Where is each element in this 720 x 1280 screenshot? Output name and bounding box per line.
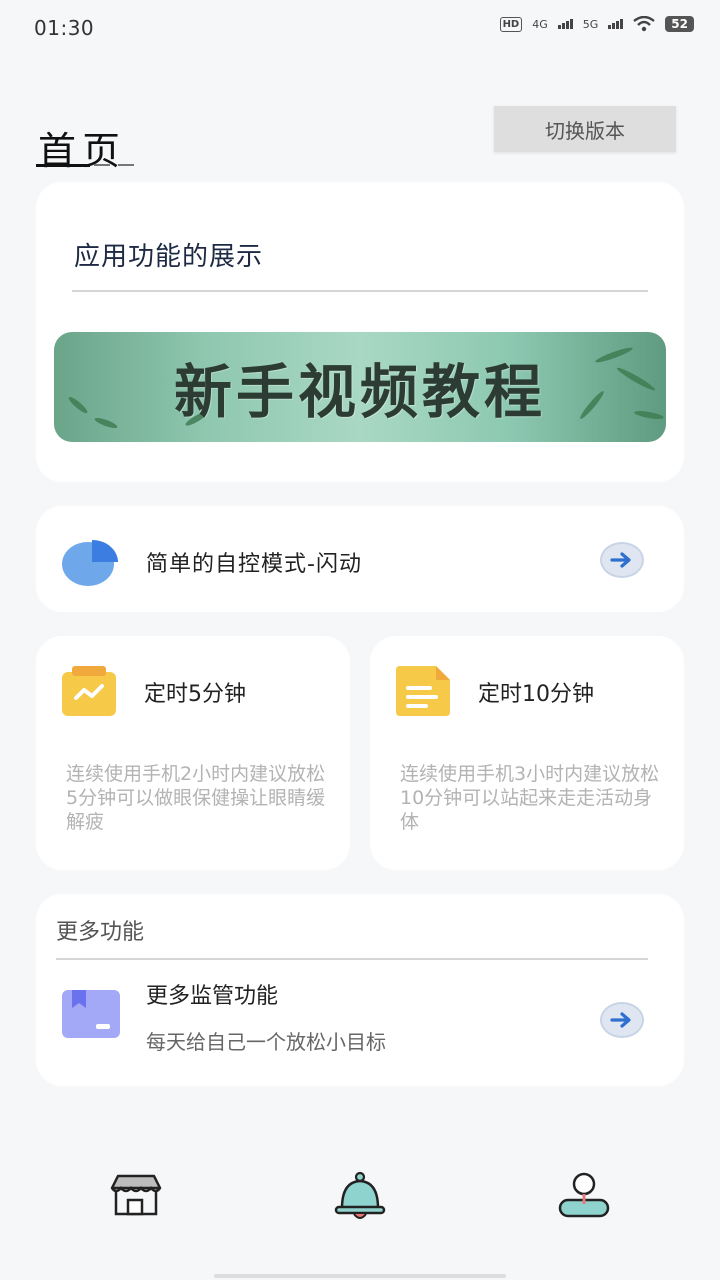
switch-version-button[interactable]: 切换版本 <box>494 106 676 152</box>
title-underline <box>36 164 90 167</box>
divider <box>72 290 648 292</box>
timer-5-description: 连续使用手机2小时内建议放松5分钟可以做眼保健操让眼睛缓解疲 <box>66 763 326 833</box>
tab-reminder-bell[interactable] <box>330 1170 390 1224</box>
tab-profile-user[interactable] <box>554 1170 614 1224</box>
showcase-title: 应用功能的展示 <box>74 242 264 272</box>
more-features-arrow-button[interactable] <box>600 1002 644 1038</box>
banner-text: 新手视频教程 <box>173 358 546 426</box>
timer-5-title: 定时5分钟 <box>144 682 246 707</box>
store-icon <box>110 1174 162 1216</box>
network-5g-label: 5G <box>582 17 599 31</box>
status-icons: HD 4G 5G 52 <box>499 16 694 32</box>
feature-showcase-card: 应用功能的展示 新手视频教程 <box>36 182 684 482</box>
timer-10-card[interactable]: 定时10分钟 连续使用手机3小时内建议放松10分钟可以站起来走走活动身体 <box>370 636 684 870</box>
bell-icon <box>334 1171 386 1219</box>
timer-10-description: 连续使用手机3小时内建议放松10分钟可以站起来走走活动身体 <box>400 763 660 833</box>
simple-mode-arrow-button[interactable] <box>600 542 644 578</box>
more-supervision-title[interactable]: 更多监管功能 <box>146 978 278 1010</box>
arrow-right-icon <box>610 552 631 568</box>
title-underline-dashed <box>94 164 136 166</box>
box-icon <box>62 990 120 1038</box>
tab-home-store[interactable] <box>106 1170 166 1224</box>
hd-icon: HD <box>499 16 523 32</box>
simple-mode-card[interactable]: 简单的自控模式-闪动 <box>36 506 684 612</box>
document-icon <box>396 666 450 716</box>
battery-icon: 52 <box>665 16 694 32</box>
timer-10-title: 定时10分钟 <box>478 682 594 707</box>
more-features-heading: 更多功能 <box>56 920 145 945</box>
signal-icon <box>608 19 624 29</box>
more-features-card: 更多功能 更多监管功能 每天给自己一个放松小目标 <box>36 894 684 1086</box>
home-indicator[interactable] <box>214 1274 506 1278</box>
status-bar: 01:30 HD 4G 5G 52 <box>0 0 720 56</box>
arrow-right-icon <box>610 1012 631 1028</box>
user-icon <box>558 1172 610 1218</box>
timer-5-card[interactable]: 定时5分钟 连续使用手机2小时内建议放松5分钟可以做眼保健操让眼睛缓解疲 <box>36 636 350 870</box>
network-4g-label: 4G <box>532 17 548 31</box>
divider <box>56 958 648 960</box>
clipboard-chart-icon <box>62 666 116 716</box>
more-supervision-subtitle: 每天给自己一个放松小目标 <box>146 1030 386 1054</box>
simple-mode-label: 简单的自控模式-闪动 <box>146 552 362 577</box>
status-time: 01:30 <box>34 16 95 40</box>
wifi-icon <box>633 16 656 32</box>
pie-chart-icon <box>62 540 118 586</box>
video-tutorial-banner[interactable]: 新手视频教程 <box>54 332 666 442</box>
signal-icon <box>557 19 573 29</box>
